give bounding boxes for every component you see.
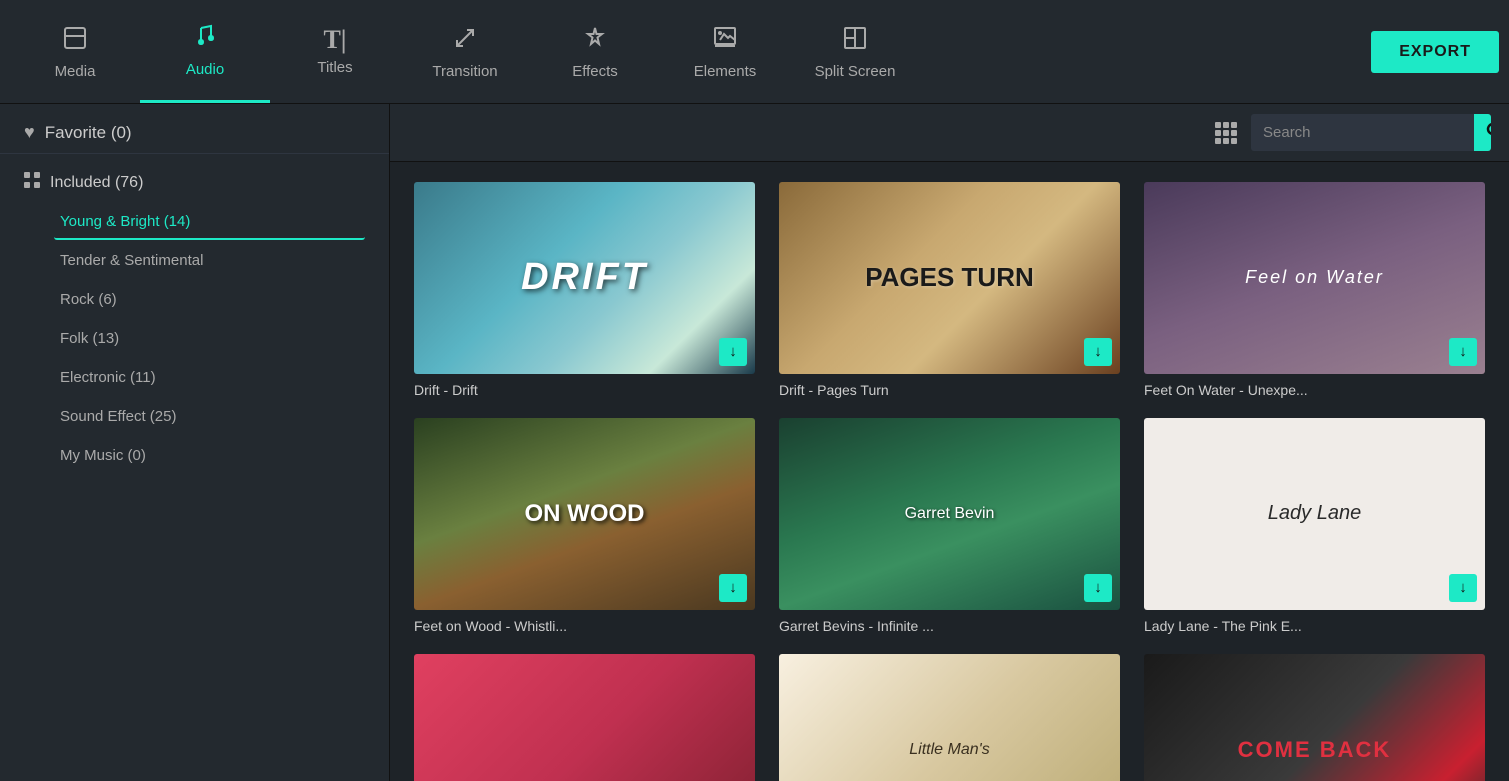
- nav-media[interactable]: Media: [10, 0, 140, 103]
- main-area: ♥ Favorite (0) Included (76) Young: [0, 104, 1509, 781]
- nav-media-label: Media: [55, 63, 96, 80]
- nav-transition[interactable]: Transition: [400, 0, 530, 103]
- category-electronic[interactable]: Electronic (11): [54, 359, 365, 396]
- nav-elements[interactable]: Elements: [660, 0, 790, 103]
- category-rock[interactable]: Rock (6): [54, 281, 365, 318]
- card-little-man[interactable]: ↓ Little Man's...: [779, 654, 1120, 781]
- card-thumb-garret: ↓: [779, 418, 1120, 610]
- audio-icon: [191, 22, 219, 55]
- card-thumb-feet-wood: ↓: [414, 418, 755, 610]
- included-section: Included (76) Young & Bright (14) Tender…: [0, 154, 389, 480]
- nav-transition-label: Transition: [432, 63, 497, 80]
- included-label-text: Included (76): [50, 174, 143, 192]
- card-lady-lane[interactable]: ↓ Lady Lane - The Pink E...: [1144, 418, 1485, 634]
- card-thumb-drift-drift: ↓: [414, 182, 755, 374]
- download-badge[interactable]: ↓: [1449, 574, 1477, 602]
- download-badge[interactable]: ↓: [719, 338, 747, 366]
- transition-icon: [451, 24, 479, 57]
- content-panel: ↓ Drift - Drift ↓ Drift - Pages Turn ↓: [390, 104, 1509, 781]
- card-label-lady-lane: Lady Lane - The Pink E...: [1144, 618, 1485, 634]
- export-button[interactable]: EXPORT: [1371, 31, 1499, 73]
- nav-split-screen-label: Split Screen: [815, 63, 896, 80]
- download-badge[interactable]: ↓: [719, 574, 747, 602]
- nav-split-screen[interactable]: Split Screen: [790, 0, 920, 103]
- card-feet-water[interactable]: ↓ Feet On Water - Unexpe...: [1144, 182, 1485, 398]
- category-list: Young & Bright (14) Tender & Sentimental…: [24, 203, 365, 474]
- download-badge[interactable]: ↓: [1084, 338, 1112, 366]
- card-drift-pages[interactable]: ↓ Drift - Pages Turn: [779, 182, 1120, 398]
- heart-icon: ♥: [24, 122, 35, 143]
- nav-audio[interactable]: Audio: [140, 0, 270, 103]
- media-icon: [61, 24, 89, 57]
- nav-effects-label: Effects: [572, 63, 618, 80]
- nav-effects[interactable]: Effects: [530, 0, 660, 103]
- card-thumb-drift-pages: ↓: [779, 182, 1120, 374]
- card-feet-wood[interactable]: ↓ Feet on Wood - Whistli...: [414, 418, 755, 634]
- audio-grid: ↓ Drift - Drift ↓ Drift - Pages Turn ↓: [414, 182, 1485, 781]
- grid-dots-icon: [24, 172, 40, 193]
- nav-titles[interactable]: T| Titles: [270, 0, 400, 103]
- card-label-feet-wood: Feet on Wood - Whistli...: [414, 618, 755, 634]
- favorite-item[interactable]: ♥ Favorite (0): [24, 122, 365, 143]
- card-thumb-lady-lane: ↓: [1144, 418, 1485, 610]
- category-young-bright[interactable]: Young & Bright (14): [54, 203, 365, 240]
- effects-icon: [581, 24, 609, 57]
- search-input[interactable]: [1251, 116, 1474, 149]
- download-badge[interactable]: ↓: [1449, 338, 1477, 366]
- card-label-feet-water: Feet On Water - Unexpe...: [1144, 382, 1485, 398]
- card-comeback[interactable]: ↓: [1144, 654, 1485, 781]
- sidebar-collapse-arrow[interactable]: ◀: [389, 423, 390, 463]
- card-label-drift-pages: Drift - Pages Turn: [779, 382, 1120, 398]
- card-thumb-feet-water: ↓: [1144, 182, 1485, 374]
- category-folk[interactable]: Folk (13): [54, 320, 365, 357]
- included-item[interactable]: Included (76): [24, 172, 365, 193]
- search-bar: [390, 104, 1509, 162]
- nav-elements-label: Elements: [694, 63, 757, 80]
- sidebar: ♥ Favorite (0) Included (76) Young: [0, 104, 390, 781]
- card-thumb-pink: ↓: [414, 654, 755, 781]
- category-tender[interactable]: Tender & Sentimental: [54, 242, 365, 279]
- card-thumb-comeback: ↓: [1144, 654, 1485, 781]
- card-garret[interactable]: ↓ Garret Bevins - Infinite ...: [779, 418, 1120, 634]
- elements-icon: [711, 24, 739, 57]
- category-sound-effect[interactable]: Sound Effect (25): [54, 398, 365, 435]
- search-input-wrap: [1251, 114, 1491, 151]
- titles-icon: T|: [323, 27, 346, 53]
- category-my-music[interactable]: My Music (0): [54, 437, 365, 474]
- search-button[interactable]: [1474, 114, 1491, 151]
- nav-audio-label: Audio: [186, 61, 224, 78]
- card-drift-drift[interactable]: ↓ Drift - Drift: [414, 182, 755, 398]
- nav-titles-label: Titles: [317, 59, 352, 76]
- card-label-garret: Garret Bevins - Infinite ...: [779, 618, 1120, 634]
- top-navigation: Media Audio T| Titles Transition Effects: [0, 0, 1509, 104]
- favorite-label-text: Favorite (0): [45, 123, 132, 143]
- grid-view-button[interactable]: [1215, 122, 1237, 144]
- download-badge[interactable]: ↓: [1084, 574, 1112, 602]
- card-pink[interactable]: ↓: [414, 654, 755, 781]
- favorite-section: ♥ Favorite (0): [0, 104, 389, 154]
- card-thumb-little-man: ↓: [779, 654, 1120, 781]
- grid-area: ↓ Drift - Drift ↓ Drift - Pages Turn ↓: [390, 162, 1509, 781]
- split-screen-icon: [841, 24, 869, 57]
- card-label-drift-drift: Drift - Drift: [414, 382, 755, 398]
